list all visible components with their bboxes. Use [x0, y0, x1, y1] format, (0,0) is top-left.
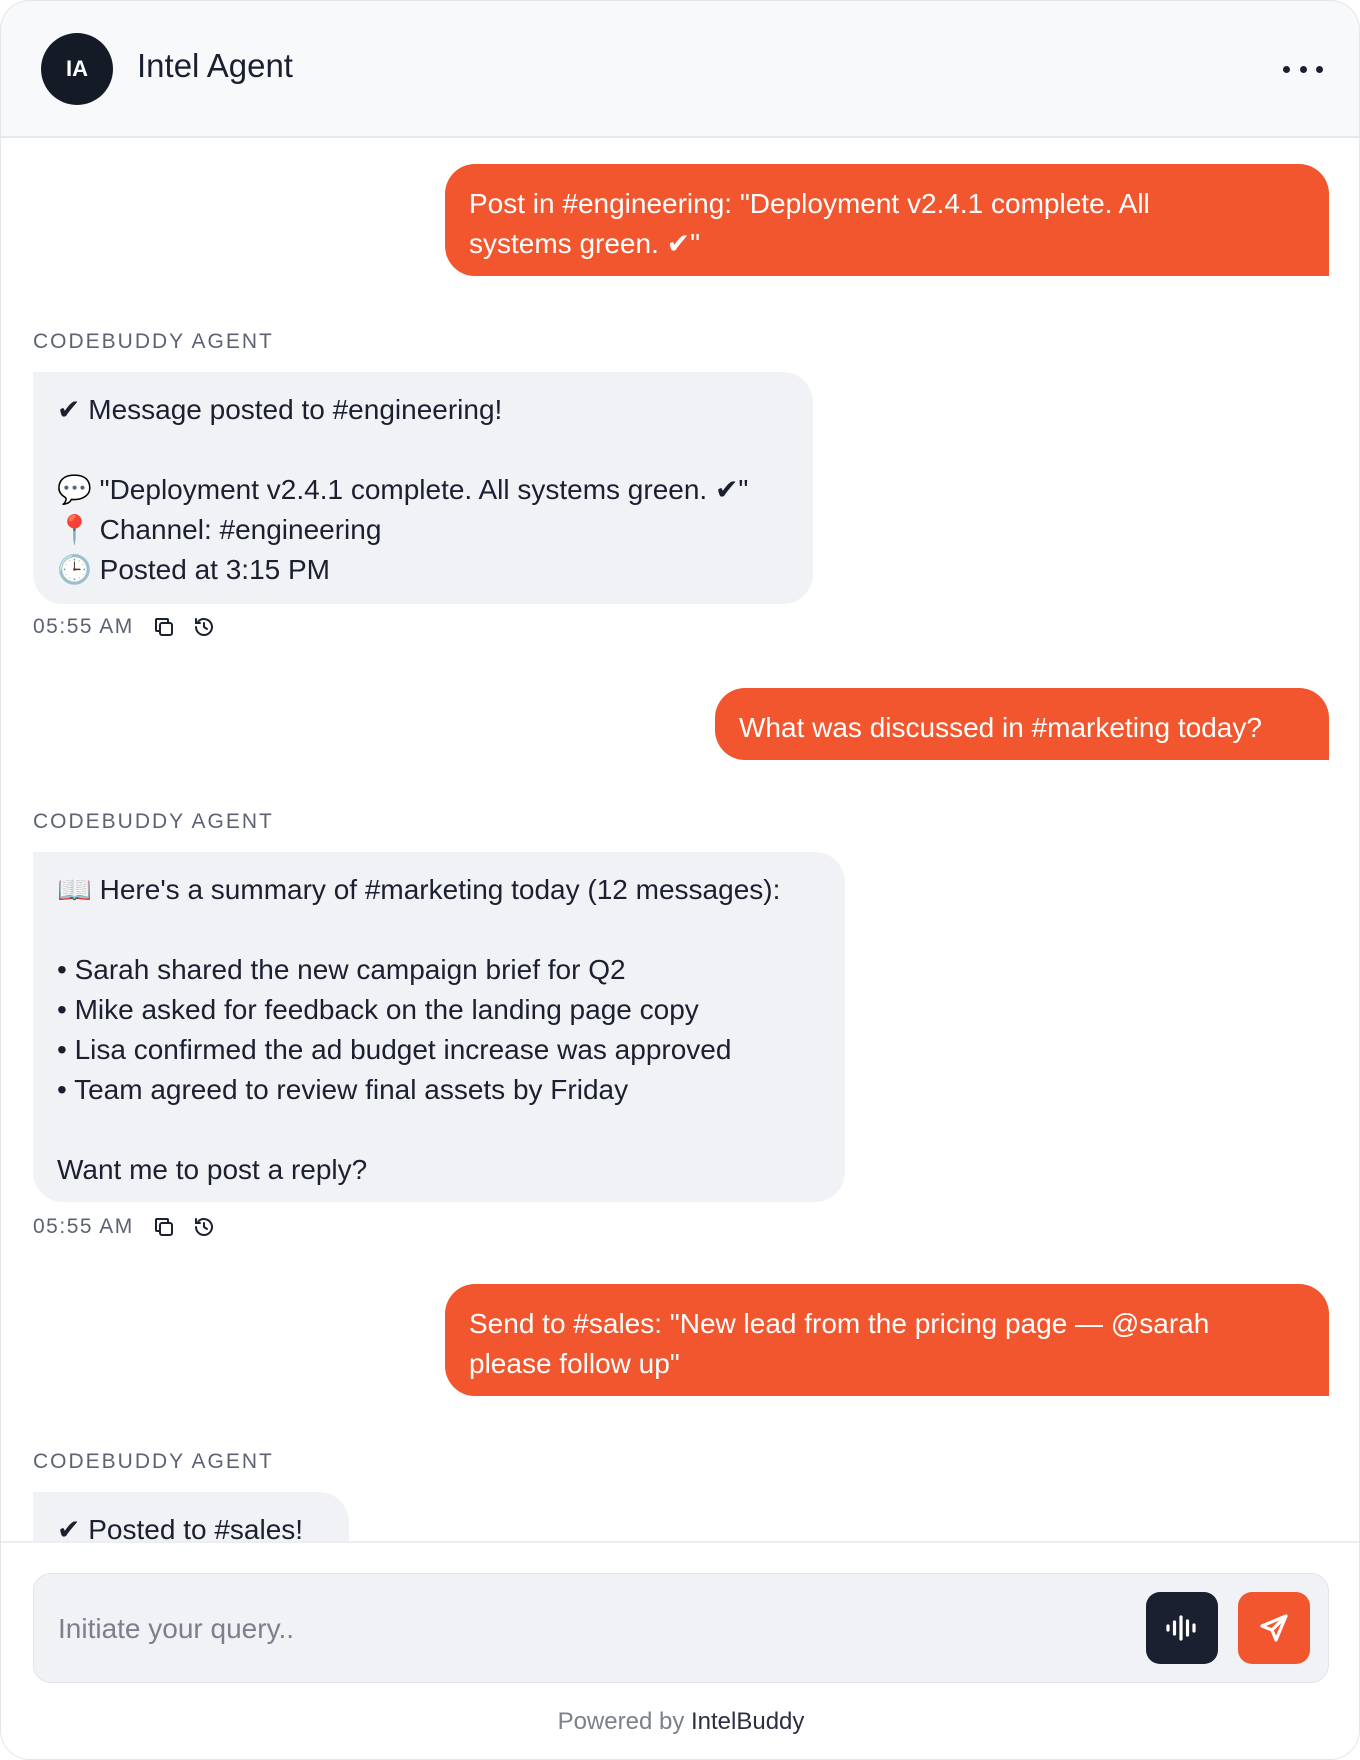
message-timestamp: 05:55 AM — [33, 1215, 134, 1238]
regenerate-icon[interactable] — [192, 615, 216, 639]
agent-title: Intel Agent — [137, 47, 293, 84]
chat-widget: IA Intel Agent Post in #engineering: "De… — [0, 0, 1360, 1760]
regenerate-icon[interactable] — [192, 1215, 216, 1239]
message-list[interactable]: Post in #engineering: "Deployment v2.4.1… — [1, 138, 1359, 1541]
agent-message: ✔ Posted to #sales! — [33, 1492, 349, 1541]
agent-message: ✔ Message posted to #engineering! 💬 "Dep… — [33, 372, 813, 604]
message-timestamp: 05:55 AM — [33, 615, 134, 638]
copy-icon[interactable] — [152, 1215, 176, 1239]
footer-prefix: Powered by — [557, 1708, 691, 1735]
send-button[interactable] — [1238, 1592, 1310, 1664]
more-dot-icon — [1299, 65, 1307, 73]
message-meta: 05:55 AM — [33, 1212, 232, 1242]
audio-waveform-icon — [1166, 1615, 1196, 1641]
agent-sender-label: CODEBUDDY AGENT — [33, 810, 274, 833]
agent-sender-label: CODEBUDDY AGENT — [33, 1450, 274, 1473]
agent-message: 📖 Here's a summary of #marketing today (… — [33, 852, 845, 1202]
composer — [33, 1573, 1329, 1683]
avatar: IA — [41, 33, 113, 105]
more-dot-icon — [1316, 65, 1323, 73]
more-dot-icon — [1283, 65, 1290, 73]
composer-area: Powered by IntelBuddy — [1, 1541, 1359, 1759]
chat-header: IA Intel Agent — [1, 1, 1359, 138]
footer-brand-link[interactable]: IntelBuddy — [691, 1708, 804, 1735]
footer: Powered by IntelBuddy — [1, 1708, 1359, 1736]
send-icon — [1260, 1614, 1288, 1642]
query-input[interactable] — [56, 1602, 1060, 1656]
copy-icon[interactable] — [152, 615, 176, 639]
message-meta: 05:55 AM — [33, 612, 232, 642]
more-options-button[interactable] — [1283, 57, 1323, 81]
voice-input-button[interactable] — [1146, 1592, 1218, 1664]
agent-sender-label: CODEBUDDY AGENT — [33, 330, 274, 353]
user-message: Send to #sales: "New lead from the prici… — [445, 1284, 1329, 1396]
user-message: Post in #engineering: "Deployment v2.4.1… — [445, 164, 1329, 276]
user-message: What was discussed in #marketing today? — [715, 688, 1329, 760]
